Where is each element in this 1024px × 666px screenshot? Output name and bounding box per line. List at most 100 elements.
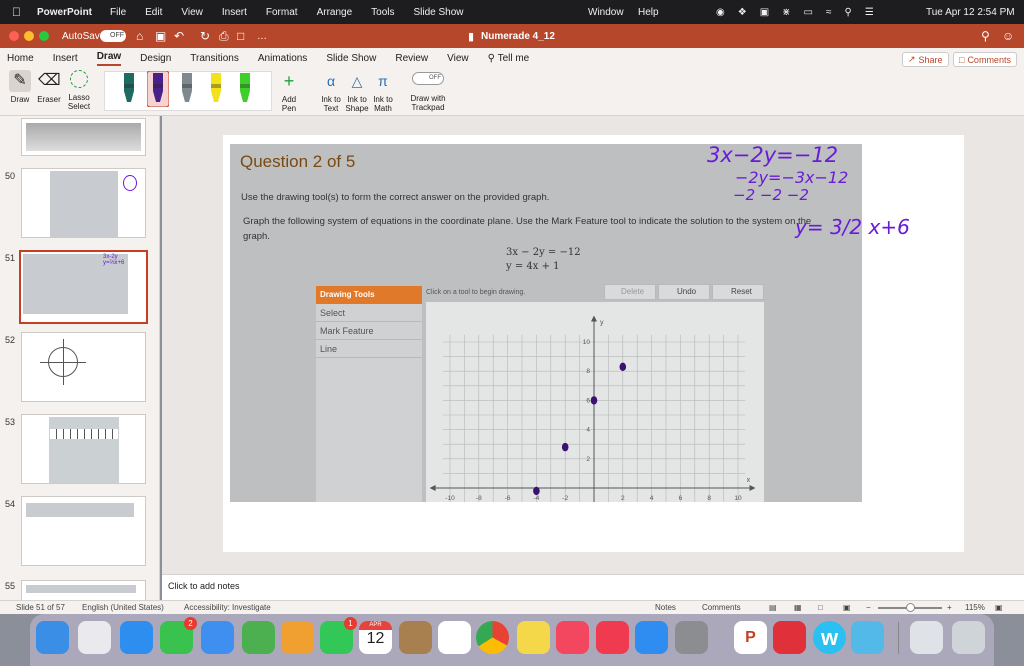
slide-thumb-53[interactable] <box>21 414 146 484</box>
slide-thumb-49[interactable] <box>21 118 146 156</box>
share-button[interactable]: ↗ Share <box>902 52 949 67</box>
menu-insert[interactable]: Insert <box>222 7 247 18</box>
language[interactable]: English (United States) <box>82 603 164 612</box>
launchpad-icon[interactable] <box>78 621 111 654</box>
add-pen-tool[interactable]: + Add Pen <box>274 70 304 113</box>
menu-edit[interactable]: Edit <box>145 7 162 18</box>
safari-icon[interactable] <box>120 621 153 654</box>
system-preferences-icon[interactable] <box>675 621 708 654</box>
tab-transitions[interactable]: Transitions <box>190 53 239 64</box>
app-store-icon[interactable] <box>635 621 668 654</box>
zoom-slider-thumb[interactable] <box>906 603 915 612</box>
comments-button[interactable]: □ Comments <box>953 52 1017 67</box>
trash-icon[interactable] <box>952 621 985 654</box>
ink-to-shape-tool[interactable]: △ Ink to Shape <box>344 70 370 113</box>
menu-format[interactable]: Format <box>266 7 298 18</box>
tell-me[interactable]: ⚲ Tell me <box>488 53 530 64</box>
zoom-window-icon[interactable] <box>39 31 49 41</box>
document-title[interactable]: Numerade 4_12 <box>481 31 555 42</box>
trackpad-tool[interactable]: OFF Draw with Trackpad <box>408 70 448 112</box>
home-icon[interactable]: ⌂ <box>136 29 143 43</box>
search-doc-icon[interactable]: ⚲ <box>981 29 990 43</box>
tab-draw[interactable]: Draw <box>96 51 122 66</box>
menu-file[interactable]: File <box>110 7 126 18</box>
chrome-icon[interactable] <box>476 621 509 654</box>
tab-view[interactable]: View <box>447 53 469 64</box>
tab-review[interactable]: Review <box>395 53 428 64</box>
bluetooth-icon[interactable]: ⋇ <box>782 7 790 18</box>
mail-icon[interactable] <box>201 621 234 654</box>
zoom-level[interactable]: 115% <box>965 603 985 612</box>
trackpad-toggle[interactable]: OFF <box>412 72 444 85</box>
dropbox-icon[interactable]: ❖ <box>738 7 747 18</box>
screen-icon[interactable]: ▣ <box>760 7 769 18</box>
account-icon[interactable]: ☺ <box>1002 29 1014 43</box>
wifi-icon[interactable]: ≈ <box>826 7 832 18</box>
ink-to-math-tool[interactable]: π Ink to Math <box>370 70 396 113</box>
lasso-tool[interactable]: Lasso Select <box>64 70 94 111</box>
battery-icon[interactable]: ▭ <box>804 7 813 18</box>
email-icon[interactable] <box>773 621 806 654</box>
ink-to-text-tool[interactable]: α Ink to Text <box>318 70 344 113</box>
news-icon[interactable] <box>596 621 629 654</box>
more-icon[interactable]: … <box>257 31 267 42</box>
pen-purple-icon[interactable] <box>146 70 170 108</box>
numerade-icon[interactable]: w <box>813 621 846 654</box>
highlighter-yellow-icon[interactable] <box>205 71 227 107</box>
slide-thumb-55[interactable] <box>21 580 146 600</box>
slide-thumb-50[interactable] <box>21 168 146 238</box>
slide-sorter-icon[interactable]: ▦ <box>794 603 802 612</box>
comments-toggle[interactable]: Comments <box>702 603 741 612</box>
draw-tool[interactable]: ✎ Draw <box>6 70 34 104</box>
menu-arrange[interactable]: Arrange <box>317 7 353 18</box>
reminders-icon[interactable] <box>438 621 471 654</box>
notes-pane[interactable]: Click to add notes <box>162 574 1024 600</box>
save-icon[interactable]: ▣ <box>155 29 166 43</box>
menu-view[interactable]: View <box>181 7 203 18</box>
menu-window[interactable]: Window <box>588 0 624 24</box>
quicktime-icon[interactable] <box>851 621 884 654</box>
notes-icon[interactable] <box>517 621 550 654</box>
control-center-icon[interactable]: ☰ <box>865 7 874 18</box>
minimize-window-icon[interactable] <box>24 31 34 41</box>
slide-thumb-51[interactable]: 3x-2y y=⅔x+6 <box>19 250 148 324</box>
eraser-tool[interactable]: ⌫ Eraser <box>35 70 63 104</box>
fit-slide-icon[interactable]: ▣ <box>995 603 1003 612</box>
menu-tools[interactable]: Tools <box>371 7 394 18</box>
record-icon[interactable]: ◉ <box>716 7 725 18</box>
close-window-icon[interactable] <box>9 31 19 41</box>
zoom-in-icon[interactable]: + <box>947 603 952 612</box>
print-icon[interactable]: ⎙ <box>219 29 229 44</box>
normal-view-icon[interactable]: ▤ <box>769 603 777 612</box>
accessibility-status[interactable]: Accessibility: Investigate <box>184 603 271 612</box>
highlighter-green-icon[interactable] <box>234 71 256 107</box>
menu-help[interactable]: Help <box>638 0 659 24</box>
calendar-icon[interactable]: APR 12 <box>359 621 392 654</box>
powerpoint-icon[interactable]: P <box>734 621 767 654</box>
tab-home[interactable]: Home <box>7 53 34 64</box>
tab-design[interactable]: Design <box>140 53 171 64</box>
clock[interactable]: Tue Apr 12 2:54 PM <box>926 0 1015 24</box>
photos-icon[interactable] <box>281 621 314 654</box>
pen-teal-icon[interactable] <box>118 71 140 107</box>
tab-insert[interactable]: Insert <box>53 53 78 64</box>
slide-thumb-54[interactable] <box>21 496 146 566</box>
tab-slide-show[interactable]: Slide Show <box>326 53 376 64</box>
search-icon[interactable]: ⚲ <box>845 7 852 18</box>
finder-icon[interactable] <box>36 621 69 654</box>
document-icon[interactable]: □ <box>237 29 244 43</box>
preview-icon[interactable] <box>910 621 943 654</box>
zoom-out-icon[interactable]: − <box>866 603 871 612</box>
slide-thumb-52[interactable] <box>21 332 146 402</box>
pencil-gray-icon[interactable] <box>176 71 198 107</box>
undo-icon[interactable]: ↶ <box>174 29 184 43</box>
menu-app-name[interactable]: PowerPoint <box>37 7 92 18</box>
tab-animations[interactable]: Animations <box>258 53 307 64</box>
notes-toggle[interactable]: Notes <box>655 603 676 612</box>
apple-icon[interactable]:  <box>12 5 21 19</box>
contacts-icon[interactable] <box>399 621 432 654</box>
autosave-toggle[interactable]: OFF <box>100 30 126 42</box>
redo-icon[interactable]: ↻ <box>200 29 210 43</box>
maps-icon[interactable] <box>242 621 275 654</box>
slideshow-view-icon[interactable]: ▣ <box>843 603 851 612</box>
